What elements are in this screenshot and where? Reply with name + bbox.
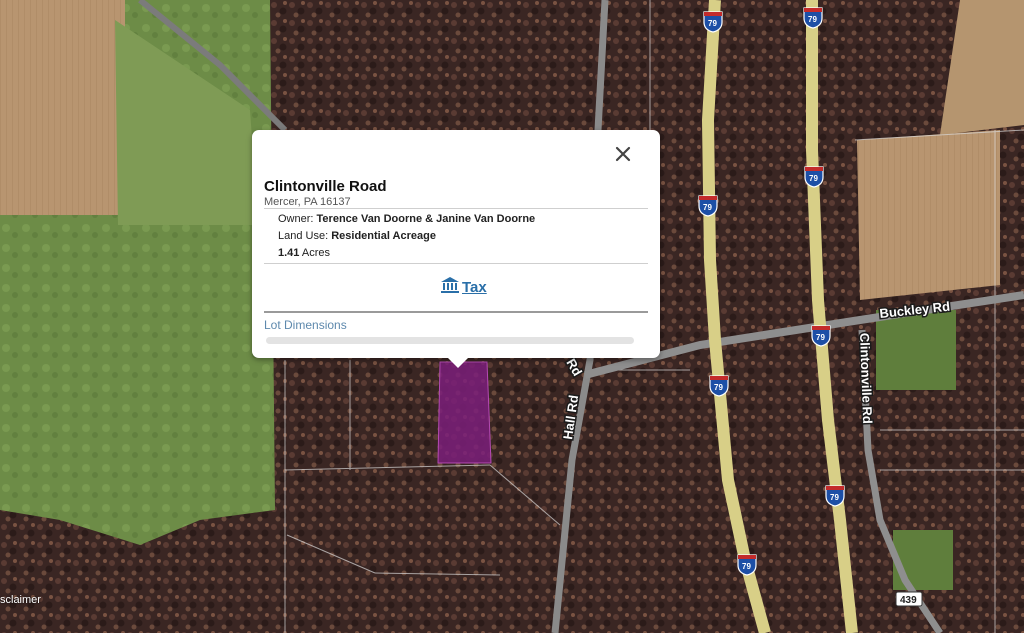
lot-dimensions-toggle[interactable]: Lot Dimensions bbox=[264, 318, 347, 332]
owner-value: Terence Van Doorne & Janine Van Doorne bbox=[316, 213, 536, 225]
lot-dimensions-bar bbox=[266, 337, 634, 344]
bank-icon bbox=[440, 276, 460, 298]
interstate-shield-text: 79 bbox=[808, 15, 817, 24]
map-disclaimer-link[interactable]: sclaimer bbox=[0, 594, 41, 606]
parcel-title: Clintonville Road bbox=[264, 178, 387, 195]
tax-link[interactable]: Tax bbox=[440, 276, 487, 298]
popup-pointer bbox=[446, 356, 470, 368]
land-use-label: Land Use: bbox=[278, 230, 329, 242]
owner-row: Owner: Terence Van Doorne & Janine Van D… bbox=[278, 213, 535, 225]
owner-label: Owner: bbox=[278, 213, 314, 225]
farm-field-east bbox=[857, 130, 1000, 300]
farm-field-northwest bbox=[0, 0, 125, 215]
parcel-subtitle: Mercer, PA 16137 bbox=[264, 196, 351, 208]
interstate-shield-text: 79 bbox=[703, 203, 712, 212]
selected-parcel[interactable] bbox=[437, 361, 492, 464]
acres-value: 1.41 bbox=[278, 247, 300, 259]
tax-label: Tax bbox=[462, 278, 487, 296]
yard-east bbox=[876, 310, 956, 390]
land-use-value: Residential Acreage bbox=[331, 230, 436, 242]
interstate-shield-text: 79 bbox=[708, 19, 717, 28]
interstate-shield-text: 79 bbox=[714, 383, 723, 392]
route-439-shield: 439 bbox=[895, 591, 923, 607]
route-shield-text: 439 bbox=[900, 595, 917, 606]
divider bbox=[264, 263, 648, 264]
acres-unit: Acres bbox=[301, 247, 330, 259]
interstate-shield-text: 79 bbox=[830, 493, 839, 502]
interstate-shield-text: 79 bbox=[816, 333, 825, 342]
land-use-row: Land Use: Residential Acreage bbox=[278, 230, 436, 242]
interstate-shield-text: 79 bbox=[742, 562, 751, 571]
interstate-shield-text: 79 bbox=[809, 174, 818, 183]
divider bbox=[264, 311, 648, 313]
close-icon[interactable] bbox=[611, 142, 635, 166]
acres-row: 1.41 Acres bbox=[278, 247, 330, 259]
divider bbox=[264, 208, 648, 209]
clintonville-road-label: Clintonville Rd bbox=[857, 333, 875, 425]
